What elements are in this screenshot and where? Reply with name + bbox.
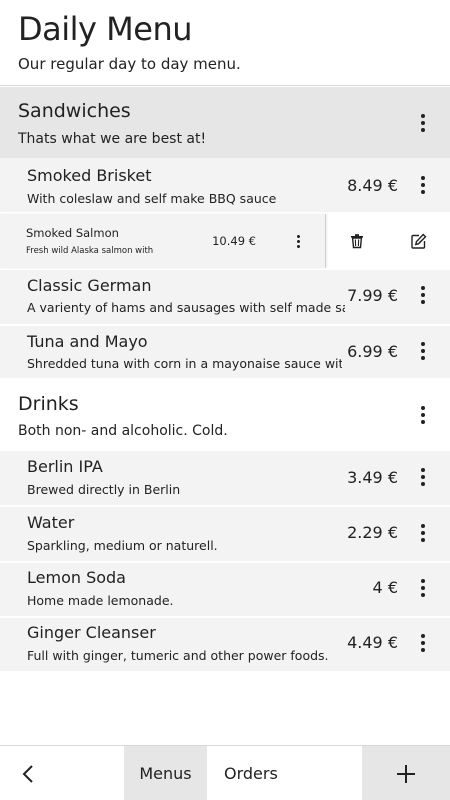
item-name: Berlin IPA: [27, 457, 103, 476]
item-description: Sparkling, medium or naturell.: [27, 538, 218, 553]
section-more-icon[interactable]: [411, 111, 435, 135]
page-title: Daily Menu: [18, 10, 193, 48]
section-header-sandwiches[interactable]: Sandwiches Thats what we are best at!: [0, 87, 450, 158]
item-more-icon[interactable]: [411, 465, 435, 489]
item-name: Ginger Cleanser: [27, 623, 156, 642]
section-name: Drinks: [18, 393, 79, 415]
list-item[interactable]: Classic German A varienty of hams and sa…: [0, 270, 450, 324]
item-more-icon[interactable]: [411, 283, 435, 307]
section-name: Sandwiches: [18, 100, 131, 122]
item-price: 10.49 €: [212, 234, 256, 248]
item-description: Shredded tuna with corn in a mayonaise s…: [27, 356, 342, 371]
list-item[interactable]: Lemon Soda Home made lemonade. 4 €: [0, 563, 450, 616]
item-name: Tuna and Mayo: [27, 332, 148, 351]
item-name: Lemon Soda: [27, 568, 126, 587]
item-description: A varienty of hams and sausages with sel…: [27, 300, 345, 315]
item-description: Home made lemonade.: [27, 593, 174, 608]
list-item[interactable]: Water Sparkling, medium or naturell. 2.2…: [0, 507, 450, 561]
item-name: Water: [27, 513, 75, 532]
item-price: 3.49 €: [347, 468, 398, 487]
page-header: Daily Menu Our regular day to day menu.: [0, 0, 450, 86]
item-description: Fresh wild Alaska salmon with h: [26, 246, 154, 256]
section-description: Both non- and alcoholic. Cold.: [18, 423, 228, 439]
swiped-item-content[interactable]: Smoked Salmon Fresh wild Alaska salmon w…: [0, 214, 326, 268]
list-item[interactable]: Smoked Brisket With coleslaw and self ma…: [0, 158, 450, 212]
item-description: Full with ginger, tumeric and other powe…: [27, 648, 329, 663]
item-price: 2.29 €: [347, 523, 398, 542]
bottom-navigation: Menus Orders: [0, 745, 450, 800]
item-price: 8.49 €: [347, 176, 398, 195]
item-more-icon[interactable]: [411, 521, 435, 545]
section-more-icon[interactable]: [411, 403, 435, 427]
tab-orders[interactable]: Orders: [207, 746, 362, 800]
list-item-swiped[interactable]: Smoked Salmon Fresh wild Alaska salmon w…: [0, 214, 450, 268]
item-name: Smoked Salmon: [26, 226, 119, 240]
item-name: Classic German: [27, 276, 152, 295]
item-more-icon[interactable]: [286, 229, 310, 253]
item-more-icon[interactable]: [411, 576, 435, 600]
item-more-icon[interactable]: [411, 173, 435, 197]
chevron-left-icon[interactable]: [0, 746, 56, 800]
item-description: Brewed directly in Berlin: [27, 482, 181, 497]
edit-icon[interactable]: [406, 229, 430, 253]
list-item[interactable]: Ginger Cleanser Full with ginger, tumeri…: [0, 618, 450, 671]
item-price: 7.99 €: [347, 286, 398, 305]
tab-menus[interactable]: Menus: [124, 746, 207, 800]
item-price: 4 €: [372, 578, 398, 597]
item-more-icon[interactable]: [411, 631, 435, 655]
page-subtitle: Our regular day to day menu.: [18, 55, 241, 73]
section-header-drinks[interactable]: Drinks Both non- and alcoholic. Cold.: [0, 378, 450, 451]
item-price: 4.49 €: [347, 633, 398, 652]
plus-icon[interactable]: [362, 746, 450, 800]
section-description: Thats what we are best at!: [18, 131, 207, 147]
item-more-icon[interactable]: [411, 339, 435, 363]
item-price: 6.99 €: [347, 342, 398, 361]
item-name: Smoked Brisket: [27, 166, 152, 185]
trash-icon[interactable]: [345, 229, 369, 253]
list-item[interactable]: Berlin IPA Brewed directly in Berlin 3.4…: [0, 451, 450, 505]
item-description: With coleslaw and self make BBQ sauce: [27, 191, 277, 206]
list-item[interactable]: Tuna and Mayo Shredded tuna with corn in…: [0, 326, 450, 378]
